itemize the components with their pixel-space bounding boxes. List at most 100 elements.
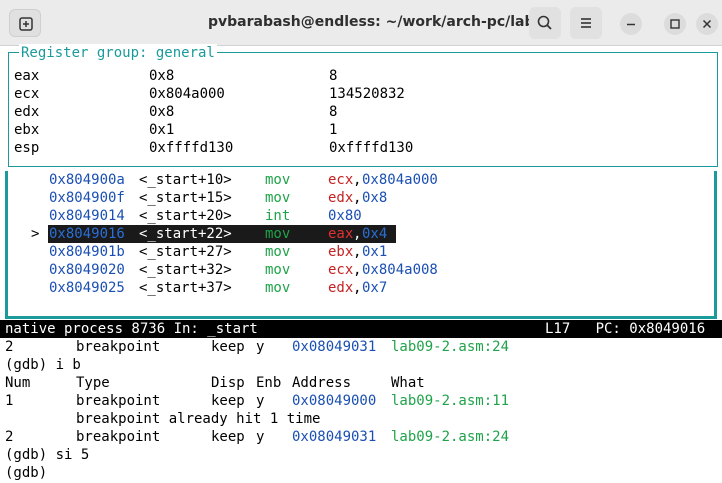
register-dec: 134520832: [329, 86, 405, 102]
close-icon: [702, 19, 712, 29]
asm-symbol: <_start+27>: [139, 244, 232, 260]
gdb-prompt[interactable]: (gdb): [5, 464, 47, 482]
window-titlebar: pvbarabash@endless: ~/work/arch-pc/lab09: [0, 0, 722, 46]
register-name: esp: [14, 140, 40, 156]
gdb-command-line: (gdb) i b: [5, 357, 81, 373]
register-hex: 0x8: [149, 68, 175, 84]
asm-address: 0x8049014: [49, 208, 125, 224]
asm-mnemonic-current: mov: [265, 226, 291, 242]
bp-header-type: Type: [76, 375, 110, 391]
asm-address: 0x8049020: [49, 262, 125, 278]
bp-address: 0x08049000: [292, 393, 377, 409]
asm-operand-separator-current: ,: [353, 226, 362, 242]
close-button[interactable]: [696, 13, 718, 35]
asm-mnemonic: mov: [265, 172, 291, 188]
asm-symbol: <_start+37>: [139, 280, 232, 296]
asm-address: 0x8049025: [49, 280, 125, 296]
asm-operand-value: 0x804a000: [362, 172, 438, 188]
register-pane-title: Register group: general: [19, 44, 217, 62]
asm-symbol: <_start+32>: [139, 262, 232, 278]
asm-mnemonic: int: [265, 208, 291, 224]
maximize-button[interactable]: [664, 13, 686, 35]
asm-address-current: 0x8049016: [49, 226, 125, 242]
bp-num: 1: [5, 393, 14, 409]
bp-location: lab09-2.asm:24: [391, 339, 510, 355]
asm-mnemonic: mov: [265, 280, 291, 296]
bp-enabled: y: [256, 339, 265, 355]
minimize-button[interactable]: [620, 13, 642, 35]
menu-button[interactable]: [570, 7, 602, 39]
minimize-icon: [627, 23, 635, 26]
status-process: native process 8736 In: _start: [5, 321, 258, 337]
asm-address: 0x804900f: [49, 190, 125, 206]
bp-hit-count: breakpoint already hit 1 time: [76, 411, 321, 427]
asm-symbol: <_start+20>: [139, 208, 232, 224]
asm-operand-register-current: eax: [328, 226, 354, 242]
asm-address: 0x804900a: [49, 172, 125, 188]
terminal-area[interactable]: Register group: general eax 0x8 8 ecx 0x…: [0, 44, 722, 483]
search-button[interactable]: [529, 7, 561, 39]
bp-disp: keep: [211, 429, 245, 445]
bp-header-what: What: [391, 375, 425, 391]
current-line-marker: >: [31, 226, 40, 242]
bp-location: lab09-2.asm:11: [391, 393, 510, 409]
gdb-status-bar: native process 8736 In: _start L17 PC: 0…: [0, 320, 722, 338]
asm-mnemonic: mov: [265, 262, 291, 278]
register-hex: 0x804a000: [149, 86, 225, 102]
asm-operand-separator: ,: [353, 244, 362, 260]
bp-header-disp: Disp: [211, 375, 245, 391]
asm-operand-value: 0x8: [362, 190, 388, 206]
asm-operand-register: ebx: [328, 244, 354, 260]
bp-type: breakpoint: [76, 429, 161, 445]
asm-symbol: <_start+10>: [139, 172, 232, 188]
asm-operand-separator: ,: [353, 280, 362, 296]
register-dec: 8: [329, 104, 338, 120]
bp-address: 0x08049031: [292, 429, 377, 445]
register-dec: 0xffffd130: [329, 140, 414, 156]
asm-operand-register: ecx: [328, 172, 354, 188]
asm-operand-value: 0x804a008: [362, 262, 438, 278]
bp-enabled: y: [256, 393, 265, 409]
search-icon: [537, 15, 552, 30]
bp-num: 2: [5, 429, 14, 445]
asm-symbol-current: <_start+22>: [139, 226, 232, 242]
assembly-pane: 0x804900a <_start+10> mov ecx , 0x804a00…: [5, 171, 717, 319]
asm-mnemonic: mov: [265, 190, 291, 206]
bp-disp: keep: [211, 339, 245, 355]
register-pane: Register group: general eax 0x8 8 ecx 0x…: [8, 44, 718, 167]
hamburger-menu-icon: [581, 18, 591, 28]
window-title: pvbarabash@endless: ~/work/arch-pc/lab09: [208, 14, 554, 30]
gdb-command-line: (gdb) si 5: [5, 447, 90, 463]
asm-operand-separator: ,: [353, 190, 362, 206]
asm-operand-separator: ,: [353, 262, 362, 278]
bp-type: breakpoint: [76, 339, 161, 355]
register-hex: 0x8: [149, 104, 175, 120]
bp-address: 0x08049031: [292, 339, 377, 355]
bp-type: breakpoint: [76, 393, 161, 409]
bp-location: lab09-2.asm:24: [391, 429, 510, 445]
asm-symbol: <_start+15>: [139, 190, 232, 206]
bp-enabled: y: [256, 429, 265, 445]
bp-header-address: Address: [292, 375, 352, 391]
asm-operand-value: 0x1: [362, 244, 388, 260]
bp-disp: keep: [211, 393, 245, 409]
register-dec: 8: [329, 68, 338, 84]
register-name: eax: [14, 68, 40, 84]
maximize-icon: [670, 19, 680, 29]
bp-num: 2: [5, 339, 14, 355]
asm-mnemonic: mov: [265, 244, 291, 260]
asm-operand-register: edx: [328, 280, 354, 296]
asm-address: 0x804901b: [49, 244, 125, 260]
bp-header-enb: Enb: [256, 375, 282, 391]
register-dec: 1: [329, 122, 338, 138]
bp-header-num: Num: [5, 375, 31, 391]
register-name: edx: [14, 104, 40, 120]
asm-operand-value: 0x7: [362, 280, 388, 296]
asm-operand-register: ecx: [328, 262, 354, 278]
asm-operand-register: edx: [328, 190, 354, 206]
register-hex: 0x1: [149, 122, 175, 138]
asm-operand-value-current: 0x4: [362, 226, 388, 242]
register-name: ecx: [14, 86, 40, 102]
status-location: L17 PC: 0x8049016: [545, 321, 706, 337]
register-name: ebx: [14, 122, 40, 138]
